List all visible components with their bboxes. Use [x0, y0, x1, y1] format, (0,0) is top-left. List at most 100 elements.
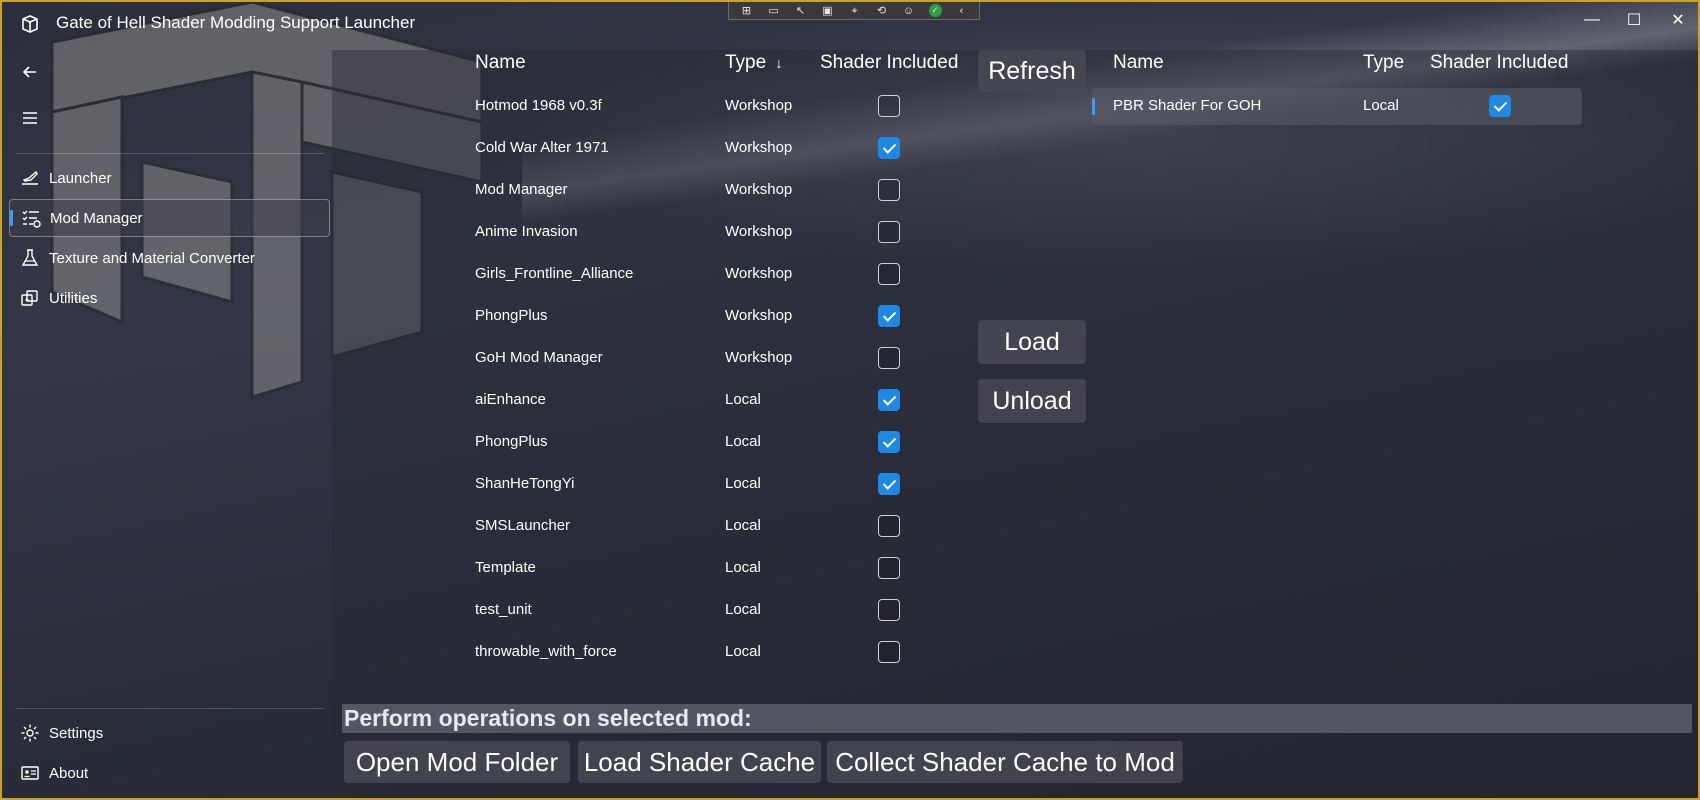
- refresh-button[interactable]: Refresh: [978, 50, 1086, 92]
- sidebar-item-utilities[interactable]: Utilities: [9, 279, 330, 317]
- sidebar-item-label: Settings: [49, 724, 104, 742]
- mod-manager-page: [332, 50, 1698, 798]
- hot-reload-icon[interactable]: ⟲: [875, 5, 889, 17]
- converter-icon: [19, 247, 41, 269]
- open-mod-folder-button[interactable]: Open Mod Folder: [344, 741, 570, 783]
- mod-type: Local: [725, 475, 761, 492]
- mod-name: throwable_with_force: [475, 643, 617, 660]
- shader-included-checkbox[interactable]: [878, 389, 900, 411]
- collapse-toolbar-icon[interactable]: ‹: [955, 5, 969, 17]
- mod-type: Workshop: [725, 139, 793, 156]
- shader-included-checkbox[interactable]: [878, 599, 900, 621]
- track-focus-icon[interactable]: ⌖: [848, 5, 862, 17]
- shader-included-checkbox[interactable]: [878, 473, 900, 495]
- sidebar-item-label: Launcher: [49, 169, 112, 187]
- shader-included-checkbox[interactable]: [878, 557, 900, 579]
- selection-indicator: [1092, 98, 1095, 115]
- mod-name: aiEnhance: [475, 391, 546, 408]
- shader-included-checkbox[interactable]: [878, 179, 900, 201]
- shader-included-checkbox[interactable]: [878, 431, 900, 453]
- loaded-mod-type: Local: [1363, 97, 1399, 114]
- shader-included-checkbox[interactable]: [878, 137, 900, 159]
- gear-icon: [19, 722, 41, 744]
- launcher-icon: [19, 167, 41, 189]
- layout-adorner-icon[interactable]: ▣: [821, 5, 835, 17]
- app-logo-icon: [22, 15, 38, 33]
- mod-name: SMSLauncher: [475, 517, 571, 534]
- record-icon[interactable]: ▭: [767, 5, 781, 17]
- mod-type: Local: [725, 643, 761, 660]
- sidebar-item-label: Utilities: [49, 289, 98, 307]
- shader-included-checkbox[interactable]: [878, 221, 900, 243]
- mod-type: Local: [725, 559, 761, 576]
- mod-name: GoH Mod Manager: [475, 349, 603, 366]
- shader-included-checkbox[interactable]: [878, 515, 900, 537]
- sidebar-item-settings[interactable]: Settings: [9, 714, 330, 752]
- loaded-header-name[interactable]: Name: [1113, 52, 1164, 74]
- sidebar-item-about[interactable]: About: [9, 754, 330, 792]
- selection-indicator: [10, 210, 13, 226]
- sidebar-divider: [16, 153, 324, 154]
- mod-name: PhongPlus: [475, 307, 548, 324]
- loaded-header-shader[interactable]: Shader Included: [1430, 52, 1568, 74]
- title-bar: Gate of Hell Shader Modding Support Laun…: [2, 2, 1698, 46]
- sidebar-item-mod-manager[interactable]: Mod Manager: [9, 199, 330, 237]
- mod-name: PhongPlus: [475, 433, 548, 450]
- mod-name: Template: [475, 559, 536, 576]
- mod-name: test_unit: [475, 601, 532, 618]
- accessibility-icon[interactable]: ☺: [902, 5, 916, 17]
- mod-type: Local: [725, 433, 761, 450]
- sidebar-item-label: About: [49, 764, 89, 782]
- mod-type: Workshop: [725, 97, 793, 114]
- app-title: Gate of Hell Shader Modding Support Laun…: [56, 13, 416, 32]
- maximize-button[interactable]: ☐: [1616, 6, 1652, 34]
- mod-type: Workshop: [725, 181, 793, 198]
- sidebar-item-label: Texture and Material Converter: [49, 249, 255, 267]
- mod-name: Hotmod 1968 v0.3f: [475, 97, 602, 114]
- sidebar-footer-divider: [16, 708, 324, 709]
- shader-included-checkbox[interactable]: [878, 305, 900, 327]
- live-tree-icon[interactable]: ⊞: [740, 5, 754, 17]
- loaded-header-type[interactable]: Type: [1363, 52, 1404, 74]
- load-shader-cache-button[interactable]: Load Shader Cache: [578, 741, 821, 783]
- shader-included-checkbox[interactable]: [878, 263, 900, 285]
- mod-type: Workshop: [725, 307, 793, 324]
- loaded-shader-included-checkbox[interactable]: [1489, 95, 1511, 117]
- close-button[interactable]: ✕: [1660, 6, 1696, 34]
- loaded-mod-name: PBR Shader For GOH: [1113, 97, 1262, 114]
- mod-name: Mod Manager: [475, 181, 568, 198]
- mod-type: Local: [725, 601, 761, 618]
- hamburger-menu-icon[interactable]: [16, 104, 44, 132]
- sort-arrow-icon: ↓: [775, 55, 783, 71]
- back-arrow-icon[interactable]: [16, 58, 44, 86]
- mods-header-name[interactable]: Name: [475, 52, 526, 74]
- select-element-icon[interactable]: ↖: [794, 5, 808, 17]
- about-icon: [19, 762, 41, 784]
- collect-shader-cache-button[interactable]: Collect Shader Cache to Mod: [827, 741, 1183, 783]
- mod-name: Cold War Alter 1971: [475, 139, 609, 156]
- shader-included-checkbox[interactable]: [878, 347, 900, 369]
- app-window: Gate of Hell Shader Modding Support Laun…: [0, 0, 1700, 800]
- mod-manager-icon: [20, 207, 42, 229]
- status-ok-icon: ✓: [928, 4, 942, 17]
- mods-header-shader[interactable]: Shader Included: [820, 52, 958, 74]
- navigation-sidebar: Launcher Mod Manager Texture and Materia…: [4, 46, 332, 798]
- mod-type: Local: [725, 391, 761, 408]
- utilities-icon: [19, 287, 41, 309]
- sidebar-item-label: Mod Manager: [50, 209, 143, 227]
- mods-header-type[interactable]: Type ↓: [725, 52, 782, 74]
- mod-name: ShanHeTongYi: [475, 475, 575, 492]
- mod-name: Girls_Frontline_Alliance: [475, 265, 634, 282]
- mod-type: Local: [725, 517, 761, 534]
- mod-type: Workshop: [725, 223, 793, 240]
- sidebar-item-texture-converter[interactable]: Texture and Material Converter: [9, 239, 330, 277]
- mod-name: Anime Invasion: [475, 223, 578, 240]
- minimize-button[interactable]: —: [1574, 6, 1610, 34]
- unload-button[interactable]: Unload: [978, 379, 1086, 423]
- shader-included-checkbox[interactable]: [878, 641, 900, 663]
- shader-included-checkbox[interactable]: [878, 95, 900, 117]
- load-button[interactable]: Load: [978, 320, 1086, 364]
- sidebar-item-launcher[interactable]: Launcher: [9, 159, 330, 197]
- xaml-debug-toolbar: ⊞ ▭ ↖ ▣ ⌖ ⟲ ☺ ✓ ‹: [728, 2, 980, 20]
- mod-type: Workshop: [725, 349, 793, 366]
